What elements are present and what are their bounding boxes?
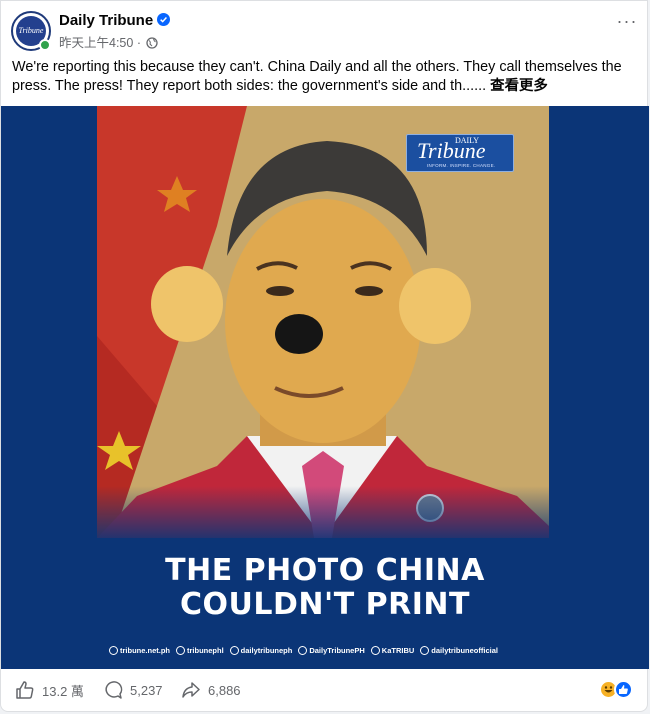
social-label: dailytribuneph xyxy=(240,645,293,655)
instagram-icon xyxy=(229,645,239,655)
facebook-x-icon xyxy=(176,645,185,655)
post-image[interactable]: Tribune DAILY INFORM. INSPIRE. CHANGE. T… xyxy=(1,106,649,669)
share-arrow-icon xyxy=(182,682,200,698)
social-label: DailyTribunePH xyxy=(309,645,365,655)
post-header: Tribune Daily Tribune 昨天上午4:50 · ··· xyxy=(11,9,641,53)
page-name[interactable]: Daily Tribune xyxy=(59,12,153,29)
social-tiktok: dailytribuneofficial xyxy=(420,645,498,655)
social-label: KaTRIBU xyxy=(381,645,415,655)
logo-tagline: INFORM. INSPIRE. CHANGE. xyxy=(427,163,496,168)
headline-line-2: COULDN'T PRINT xyxy=(180,587,470,622)
comment-button[interactable]: 5,237 xyxy=(103,679,163,701)
like-button[interactable]: 13.2 萬 xyxy=(15,679,84,701)
social-website: tribune.net.ph xyxy=(109,645,170,655)
meta-separator: · xyxy=(133,36,145,50)
online-status-dot xyxy=(39,39,51,51)
social-label: tribunephl xyxy=(187,645,224,655)
comment-bubble-icon xyxy=(105,681,123,699)
social-label: dailytribuneofficial xyxy=(431,645,498,655)
share-button[interactable]: 6,886 xyxy=(181,679,241,701)
photo-fade xyxy=(97,486,549,546)
comment-count: 5,237 xyxy=(130,682,163,698)
more-options-icon[interactable]: ··· xyxy=(613,12,641,35)
social-label: tribune.net.ph xyxy=(120,645,170,655)
reaction-summary[interactable] xyxy=(599,680,635,700)
globe-icon xyxy=(109,645,118,655)
verified-badge-icon xyxy=(157,13,171,26)
see-more-link[interactable]: 查看更多 xyxy=(490,78,548,94)
tribune-logo-badge: Tribune DAILY INFORM. INSPIRE. CHANGE. xyxy=(406,134,514,172)
like-reaction-icon xyxy=(614,680,633,699)
social-youtube: DailyTribunePH xyxy=(298,645,365,655)
post-text: We're reporting this because they can't.… xyxy=(12,58,637,96)
action-bar: 13.2 萬 5,237 6,886 xyxy=(1,669,649,713)
social-facebook-x: tribunephl xyxy=(176,645,224,655)
public-globe-icon xyxy=(146,37,159,49)
logo-small: DAILY xyxy=(455,136,480,145)
social-instagram: dailytribuneph xyxy=(229,645,293,655)
page-name-link[interactable]: Daily Tribune xyxy=(59,12,171,29)
like-count: 13.2 萬 xyxy=(42,683,84,699)
post-timestamp[interactable]: 昨天上午4:50 xyxy=(59,36,133,50)
headline-line-1: THE PHOTO CHINA xyxy=(165,553,485,588)
viber-icon xyxy=(370,645,380,655)
post-card: Tribune Daily Tribune 昨天上午4:50 · ··· We'… xyxy=(0,0,649,713)
share-count: 6,886 xyxy=(208,682,241,698)
social-viber: KaTRIBU xyxy=(370,645,415,655)
image-headline: THE PHOTO CHINA COULDN'T PRINT xyxy=(1,554,649,622)
tiktok-icon xyxy=(420,645,430,655)
post-meta: 昨天上午4:50 · xyxy=(59,32,159,51)
youtube-icon xyxy=(298,645,308,655)
thumbs-up-icon xyxy=(16,681,34,699)
social-handles: tribune.net.ph tribunephl dailytribuneph… xyxy=(109,642,549,658)
